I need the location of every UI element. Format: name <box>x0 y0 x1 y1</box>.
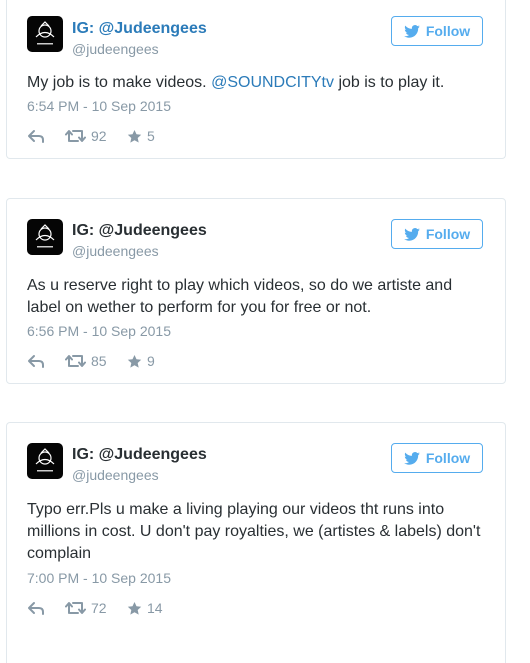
follow-label: Follow <box>425 226 471 242</box>
retweet-button[interactable]: 92 <box>65 126 107 146</box>
tweet-timestamp[interactable]: 7:00 PM - 10 Sep 2015 <box>27 569 171 587</box>
tweet-text-line: millions in cost. U don't pay royalties,… <box>27 523 481 540</box>
avatar[interactable] <box>27 443 63 479</box>
retweet-button[interactable]: 72 <box>65 598 107 618</box>
retweet-icon <box>65 129 86 143</box>
tweet-card: IG: @Judeengees @judeengees Follow As u … <box>6 198 506 384</box>
display-name[interactable]: IG: @Judeengees <box>72 445 207 465</box>
retweet-count: 92 <box>91 128 107 144</box>
retweet-count: 85 <box>91 353 107 369</box>
tweet-text-line: complain <box>27 545 92 562</box>
favorite-count: 9 <box>147 353 155 369</box>
reply-button[interactable] <box>27 351 45 371</box>
follow-label: Follow <box>425 450 471 466</box>
tweet-text-line: Typo err.Pls u make a living playing our… <box>27 501 445 518</box>
tweet-text-line: label on wether to perform for you for f… <box>27 299 372 316</box>
mention-link[interactable]: @SOUNDCITYtv <box>211 74 334 91</box>
tweet-text: Typo err.Pls u make a living playing our… <box>27 499 487 565</box>
bird-icon <box>404 451 420 465</box>
tweet-text: As u reserve right to play which videos,… <box>27 275 487 319</box>
follow-button[interactable]: Follow <box>391 16 483 46</box>
tweet-text-segment: job is to play it. <box>334 74 445 91</box>
follow-button[interactable]: Follow <box>391 219 483 249</box>
tweet-card: IG: @Judeengees @judeengees Follow My jo… <box>6 0 506 159</box>
reply-icon <box>27 129 45 143</box>
user-handle[interactable]: @judeengees <box>72 242 159 260</box>
retweet-icon <box>65 354 86 368</box>
tweet-text: My job is to make videos. @SOUNDCITYtv j… <box>27 72 487 94</box>
user-handle[interactable]: @judeengees <box>72 40 159 58</box>
favorite-button[interactable]: 14 <box>127 598 163 618</box>
reply-icon <box>27 354 45 368</box>
retweet-count: 72 <box>91 600 107 616</box>
reply-button[interactable] <box>27 126 45 146</box>
favorite-button[interactable]: 5 <box>127 126 155 146</box>
tweet-text-line: As u reserve right to play which videos,… <box>27 277 453 294</box>
avatar[interactable] <box>27 219 63 255</box>
display-name[interactable]: IG: @Judeengees <box>72 19 207 39</box>
avatar[interactable] <box>27 16 63 52</box>
tweet-timestamp[interactable]: 6:54 PM - 10 Sep 2015 <box>27 97 171 115</box>
tweet-timestamp[interactable]: 6:56 PM - 10 Sep 2015 <box>27 322 171 340</box>
display-name[interactable]: IG: @Judeengees <box>72 221 207 241</box>
retweet-icon <box>65 601 86 615</box>
star-icon <box>127 354 142 369</box>
reply-button[interactable] <box>27 598 45 618</box>
reply-icon <box>27 601 45 615</box>
star-icon <box>127 601 142 616</box>
follow-label: Follow <box>425 23 471 39</box>
favorite-count: 14 <box>147 600 163 616</box>
bird-icon <box>404 227 420 241</box>
user-handle[interactable]: @judeengees <box>72 466 159 484</box>
star-icon <box>127 129 142 144</box>
follow-button[interactable]: Follow <box>391 443 483 473</box>
bird-icon <box>404 24 420 38</box>
tweet-text-segment: My job is to make videos. <box>27 74 212 91</box>
favorite-button[interactable]: 9 <box>127 351 155 371</box>
favorite-count: 5 <box>147 128 155 144</box>
retweet-button[interactable]: 85 <box>65 351 107 371</box>
tweet-card: IG: @Judeengees @judeengees Follow Typo … <box>6 422 506 663</box>
